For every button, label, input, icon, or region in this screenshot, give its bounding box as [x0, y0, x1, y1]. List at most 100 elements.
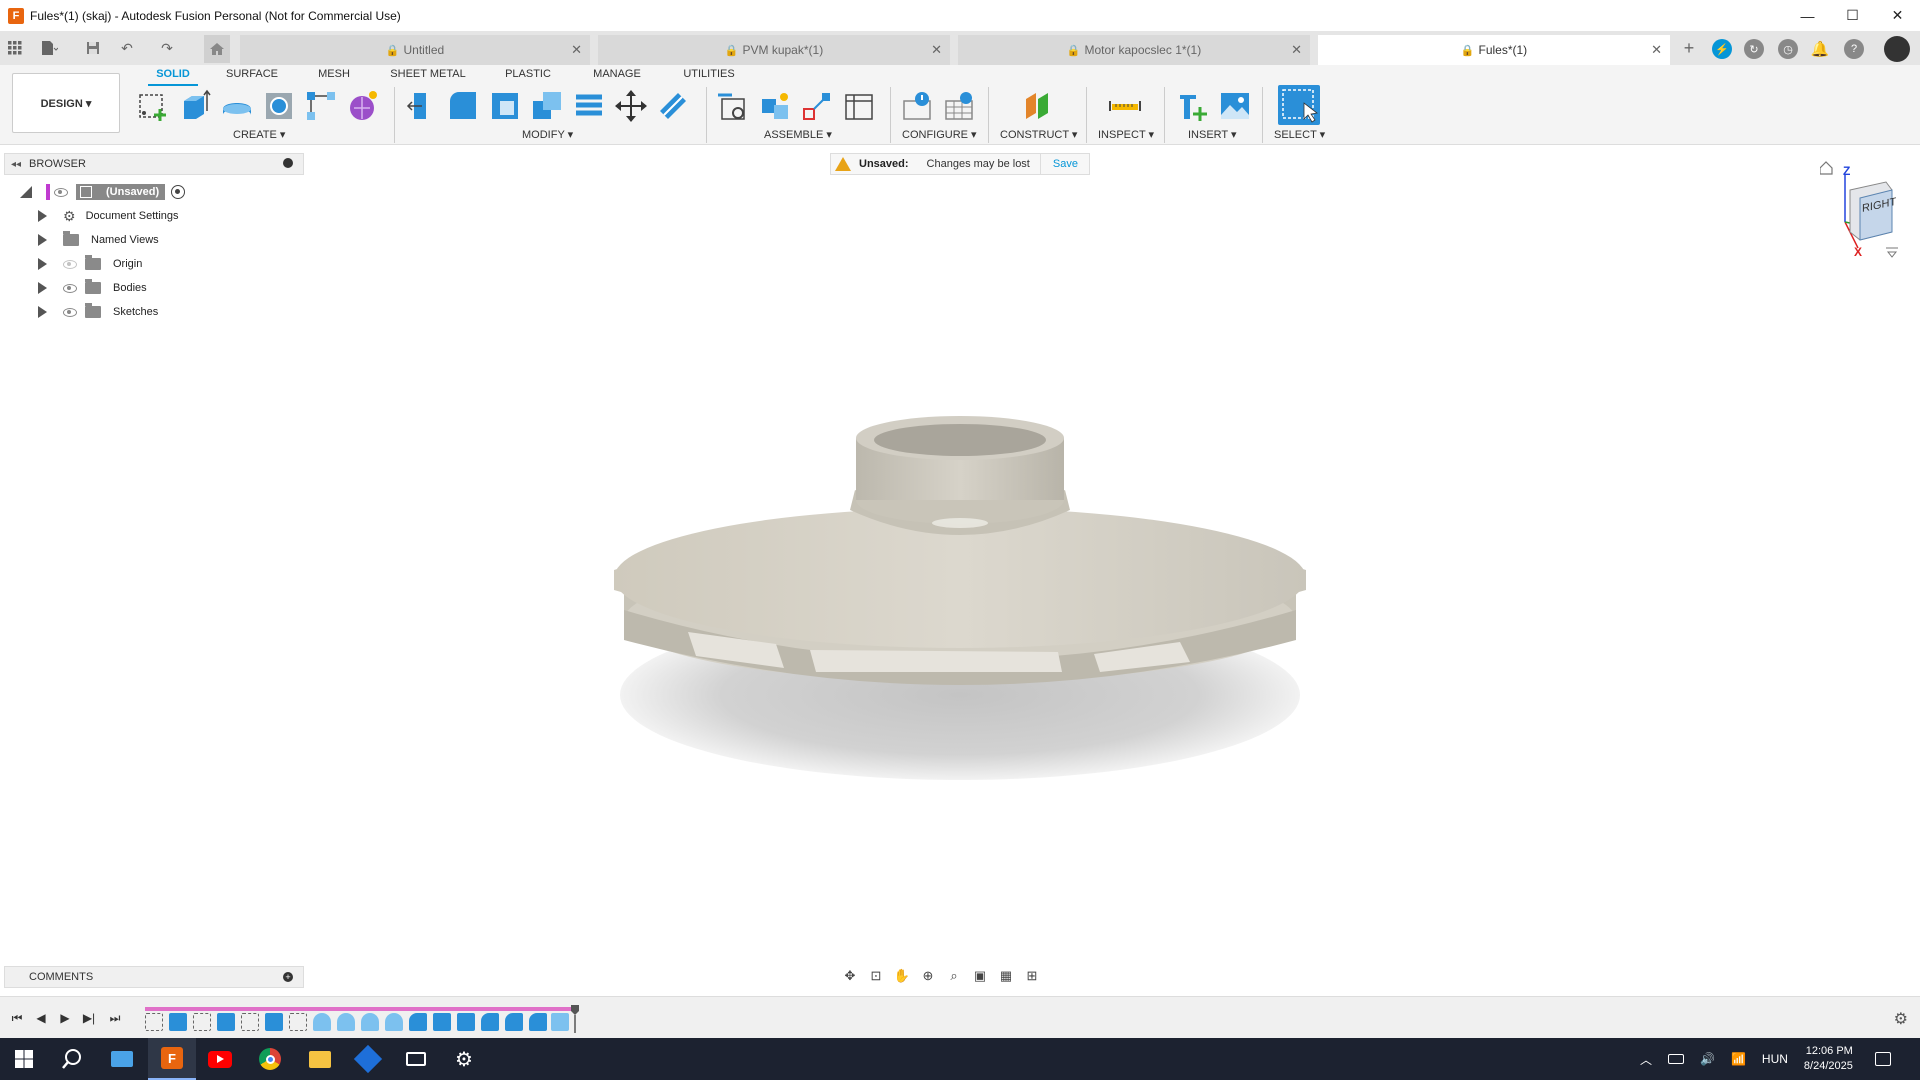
workspace-switcher-button[interactable]: DESIGN ▾	[12, 73, 120, 133]
undo-icon[interactable]: ↶	[116, 37, 138, 59]
extensions-icon[interactable]: ⚡	[1712, 39, 1732, 59]
close-tab-icon[interactable]: ✕	[1651, 42, 1662, 58]
zoom-icon[interactable]: ⊕	[918, 966, 938, 986]
combine-icon[interactable]	[530, 89, 564, 123]
inspect-menu[interactable]: INSPECT ▾	[1098, 128, 1154, 141]
browser-item-sketches[interactable]: Sketches	[38, 302, 158, 322]
pan-hand-icon[interactable]: ✋	[892, 966, 912, 986]
start-windows-icon[interactable]	[0, 1038, 48, 1080]
show-hidden-icons-chevron-icon[interactable]: ︿	[1640, 1051, 1652, 1068]
youtube-icon[interactable]	[196, 1038, 244, 1080]
create-menu[interactable]: CREATE ▾	[233, 128, 285, 141]
timeline-sketch-icon[interactable]	[289, 1013, 307, 1031]
select-menu[interactable]: SELECT ▾	[1274, 128, 1325, 141]
visibility-eye-icon[interactable]	[63, 283, 77, 293]
timeline-track[interactable]	[145, 1005, 579, 1033]
timeline-extrude-icon[interactable]	[265, 1013, 283, 1031]
joint-icon[interactable]	[758, 89, 792, 123]
save-icon[interactable]	[82, 37, 104, 59]
tab-pvm-kupak[interactable]: 🔒 PVM kupak*(1) ✕	[598, 35, 950, 65]
shell-icon[interactable]	[488, 89, 522, 123]
close-tab-icon[interactable]: ✕	[571, 42, 582, 58]
offset-face-icon[interactable]	[572, 89, 606, 123]
timeline-fillet-icon[interactable]	[529, 1013, 547, 1031]
collapse-panel-icon[interactable]: ◂◂	[11, 159, 21, 170]
browser-panel-header[interactable]: ◂◂ BROWSER	[4, 153, 304, 175]
close-tab-icon[interactable]: ✕	[1291, 42, 1302, 58]
timeline-revolve-icon[interactable]	[313, 1013, 331, 1031]
tab-untitled[interactable]: 🔒 Untitled ✕	[240, 35, 590, 65]
configure-menu[interactable]: CONFIGURE ▾	[902, 128, 977, 141]
create-sketch-icon[interactable]	[136, 89, 170, 123]
root-component-label[interactable]: (Unsaved)	[76, 184, 166, 200]
look-at-icon[interactable]: ⊡	[866, 966, 886, 986]
tab-mesh[interactable]: MESH	[312, 68, 356, 86]
viewcube[interactable]: Z X RIGHT	[1819, 160, 1900, 260]
timeline-extrude-icon[interactable]	[217, 1013, 235, 1031]
browser-item-origin[interactable]: Origin	[38, 254, 142, 274]
expand-triangle-icon[interactable]	[38, 258, 47, 270]
insert-derive-icon[interactable]	[1176, 89, 1210, 123]
minimize-button[interactable]: —	[1785, 0, 1830, 31]
clock[interactable]: 12:06 PM 8/24/2025	[1804, 1044, 1853, 1074]
zoom-window-icon[interactable]: ⌕	[944, 966, 964, 986]
new-component-icon[interactable]	[716, 89, 750, 123]
timeline-marker-handle[interactable]	[571, 1005, 579, 1033]
home-view-icon[interactable]	[1819, 161, 1833, 175]
expand-triangle-icon[interactable]	[38, 282, 47, 294]
timeline-fillet-icon[interactable]	[409, 1013, 427, 1031]
tab-motor-kapocslec[interactable]: 🔒 Motor kapocslec 1*(1) ✕	[958, 35, 1310, 65]
grid-settings-icon[interactable]: ▦	[996, 966, 1016, 986]
maximize-button[interactable]: ☐	[1830, 0, 1875, 31]
help-icon[interactable]: ?	[1844, 39, 1864, 59]
clock-icon[interactable]: ◷	[1778, 39, 1798, 59]
new-tab-icon[interactable]: +	[1678, 37, 1700, 59]
browser-item-document-settings[interactable]: ⚙ Document Settings	[38, 206, 179, 226]
timeline-revolve-icon[interactable]	[337, 1013, 355, 1031]
home-tab-icon[interactable]	[204, 35, 230, 63]
activate-radio-icon[interactable]	[171, 185, 186, 199]
close-window-button[interactable]: ✕	[1875, 0, 1920, 31]
settings-gear-icon[interactable]: ⚙	[440, 1038, 488, 1080]
timeline-revolve-icon[interactable]	[361, 1013, 379, 1031]
offset-plane-icon[interactable]	[1020, 89, 1054, 123]
measure-icon[interactable]	[1108, 89, 1142, 123]
expand-triangle-icon[interactable]	[38, 306, 47, 318]
tab-solid[interactable]: SOLID	[148, 68, 198, 86]
expand-triangle-icon[interactable]	[38, 234, 47, 246]
expand-triangle-icon[interactable]	[38, 210, 47, 222]
timeline-play-icon[interactable]: ▶	[56, 1009, 74, 1027]
tab-plastic[interactable]: PLASTIC	[500, 68, 556, 86]
battery-icon[interactable]	[1668, 1054, 1685, 1064]
redo-icon[interactable]: ↷	[156, 37, 178, 59]
viewports-icon[interactable]: ⊞	[1022, 966, 1042, 986]
visibility-eye-icon[interactable]	[54, 187, 68, 197]
news-widget-icon[interactable]	[98, 1038, 146, 1080]
orbit-icon[interactable]: ✥	[840, 966, 860, 986]
timeline-revolve-icon[interactable]	[385, 1013, 403, 1031]
modify-menu[interactable]: MODIFY ▾	[522, 128, 573, 141]
file-menu-icon[interactable]	[38, 37, 60, 59]
browser-item-named-views[interactable]: Named Views	[38, 230, 159, 250]
browser-root-row[interactable]: (Unsaved)	[20, 182, 186, 202]
impeller-model[interactable]	[600, 400, 1320, 800]
insert-menu[interactable]: INSERT ▾	[1188, 128, 1237, 141]
assemble-menu[interactable]: ASSEMBLE ▾	[764, 128, 832, 141]
hidden-eye-icon[interactable]	[63, 259, 77, 269]
move-copy-icon[interactable]	[614, 89, 648, 123]
as-built-joint-icon[interactable]	[800, 89, 834, 123]
search-icon[interactable]	[48, 1038, 96, 1080]
tab-utilities[interactable]: UTILITIES	[682, 68, 736, 86]
timeline-sketch-icon[interactable]	[241, 1013, 259, 1031]
input-language[interactable]: HUN	[1762, 1052, 1788, 1066]
timeline-pattern-icon[interactable]	[551, 1013, 569, 1031]
timeline-extrude-icon[interactable]	[457, 1013, 475, 1031]
tab-fules[interactable]: 🔒 Fules*(1) ✕	[1318, 35, 1670, 65]
comments-panel-header[interactable]: COMMENTS +	[4, 966, 304, 988]
display-settings-icon[interactable]: ▣	[970, 966, 990, 986]
split-body-icon[interactable]	[656, 89, 690, 123]
fusion-taskbar-icon[interactable]: F	[148, 1038, 196, 1080]
chrome-icon[interactable]	[246, 1038, 294, 1080]
visibility-eye-icon[interactable]	[63, 307, 77, 317]
construct-menu[interactable]: CONSTRUCT ▾	[1000, 128, 1077, 141]
